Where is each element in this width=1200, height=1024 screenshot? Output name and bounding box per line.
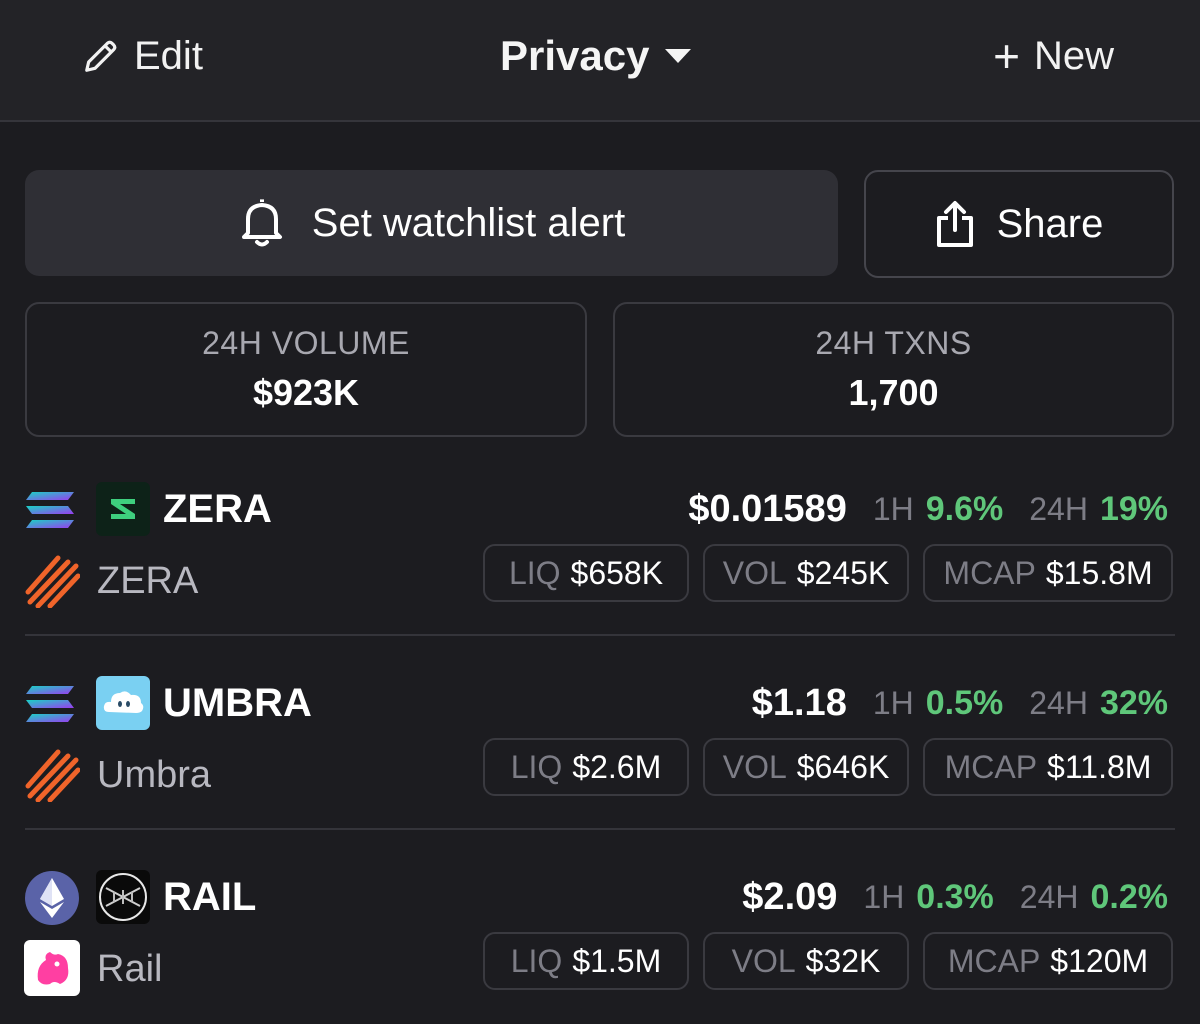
mcap-value: $15.8M — [1045, 554, 1153, 591]
watchlist-selector[interactable]: Privacy — [500, 30, 693, 82]
mcap-label: MCAP — [943, 554, 1036, 591]
change-24h-label: 24H — [1019, 878, 1079, 915]
alert-label: Set watchlist alert — [311, 200, 626, 245]
zera-logo-icon — [96, 482, 150, 536]
token-symbol: RAIL — [163, 875, 257, 919]
liquidity-pill: LIQ $658K — [483, 544, 689, 602]
set-watchlist-alert-button[interactable]: Set watchlist alert — [25, 170, 838, 276]
volume-pill: VOL $245K — [703, 544, 909, 602]
liquidity-pill: LIQ $2.6M — [483, 738, 689, 796]
pencil-icon — [85, 40, 117, 72]
token-price: $2.09 — [742, 875, 838, 918]
ethereum-icon — [25, 871, 79, 925]
change-24h-label: 24H — [1029, 684, 1088, 721]
new-label: New — [1033, 33, 1114, 78]
token-row[interactable]: ZERA ZERA $0.01589 1H 9.6% 24H 19% LIQ $… — [0, 476, 1200, 636]
raydium-icon — [25, 749, 80, 802]
mcap-label: MCAP — [947, 942, 1041, 979]
change-1h-label: 1H — [872, 684, 914, 721]
token-symbol: ZERA — [163, 487, 272, 531]
token-row[interactable]: RAIL Rail $2.09 1H 0.3% 24H 0.2% LIQ $1.… — [0, 864, 1200, 1024]
caret-down-icon — [665, 49, 692, 63]
share-icon — [936, 201, 973, 247]
liq-value: $1.5M — [572, 942, 662, 979]
token-symbol: UMBRA — [163, 681, 312, 725]
change-24h-value: 19% — [1099, 489, 1168, 528]
top-bar: Edit Privacy + New — [0, 0, 1200, 122]
mcap-pill: MCAP $15.8M — [923, 544, 1173, 602]
vol-value: $32K — [805, 942, 881, 979]
txns-stat-card: 24H TXNS 1,700 — [613, 302, 1174, 437]
mcap-value: $11.8M — [1047, 748, 1152, 785]
bell-icon — [241, 199, 282, 247]
liq-label: LIQ — [510, 942, 563, 979]
token-metrics: LIQ $658K VOL $245K MCAP $15.8M — [483, 544, 1173, 602]
liq-label: LIQ — [508, 554, 561, 591]
solana-icon — [26, 492, 74, 528]
volume-stat-label: 24H VOLUME — [202, 325, 410, 361]
mcap-pill: MCAP $120M — [923, 932, 1173, 990]
token-row[interactable]: UMBRA Umbra $1.18 1H 0.5% 24H 32% LIQ $2… — [0, 670, 1200, 830]
mcap-value: $120M — [1050, 942, 1149, 979]
volume-stat-value: $923K — [252, 372, 360, 413]
volume-stat-card: 24H VOLUME $923K — [25, 302, 587, 437]
token-name: Rail — [97, 948, 163, 990]
uniswap-icon — [24, 940, 80, 996]
token-price: $1.18 — [751, 681, 847, 724]
change-24h-value: 0.2% — [1090, 877, 1169, 916]
edit-button[interactable]: Edit — [82, 30, 203, 82]
edit-label: Edit — [134, 33, 203, 78]
token-metrics: LIQ $1.5M VOL $32K MCAP $120M — [483, 932, 1173, 990]
price-line: $1.18 1H 0.5% 24H 32% — [752, 676, 1168, 730]
row-divider — [25, 828, 1175, 830]
change-24h-label: 24H — [1029, 490, 1088, 527]
new-watchlist-button[interactable]: + New — [993, 30, 1114, 82]
liq-value: $658K — [570, 554, 664, 591]
token-name: Umbra — [97, 754, 212, 796]
price-line: $0.01589 1H 9.6% 24H 19% — [688, 482, 1168, 536]
liquidity-pill: LIQ $1.5M — [483, 932, 689, 990]
change-1h-value: 0.5% — [925, 683, 1004, 722]
mcap-label: MCAP — [944, 748, 1038, 785]
token-name: ZERA — [97, 560, 199, 602]
solana-icon — [26, 686, 74, 722]
change-1h-label: 1H — [872, 490, 914, 527]
change-24h-value: 32% — [1099, 683, 1168, 722]
vol-label: VOL — [722, 554, 787, 591]
plus-icon: + — [993, 30, 1020, 82]
txns-stat-value: 1,700 — [848, 372, 939, 413]
volume-pill: VOL $646K — [703, 738, 909, 796]
change-1h-value: 0.3% — [916, 877, 994, 916]
rail-logo-icon — [96, 870, 150, 924]
token-metrics: LIQ $2.6M VOL $646K MCAP $11.8M — [483, 738, 1173, 796]
share-label: Share — [996, 201, 1104, 246]
change-1h-label: 1H — [863, 878, 905, 915]
price-line: $2.09 1H 0.3% 24H 0.2% — [742, 870, 1168, 924]
token-price: $0.01589 — [688, 487, 847, 530]
umbra-logo-icon — [96, 676, 150, 730]
change-1h-value: 9.6% — [925, 489, 1004, 528]
row-divider — [25, 634, 1175, 636]
mcap-pill: MCAP $11.8M — [923, 738, 1173, 796]
share-button[interactable]: Share — [864, 170, 1174, 278]
txns-stat-label: 24H TXNS — [815, 325, 972, 361]
vol-label: VOL — [731, 942, 796, 979]
volume-pill: VOL $32K — [703, 932, 909, 990]
liq-label: LIQ — [510, 748, 563, 785]
liq-value: $2.6M — [572, 748, 662, 785]
vol-value: $245K — [796, 554, 890, 591]
watchlist-title: Privacy — [500, 32, 650, 79]
vol-label: VOL — [722, 748, 787, 785]
vol-value: $646K — [796, 748, 890, 785]
raydium-icon — [25, 555, 80, 608]
